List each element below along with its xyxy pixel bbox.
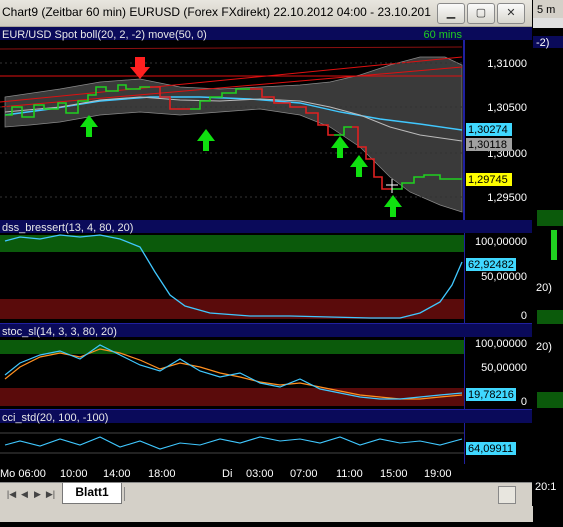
bg-label: 20:1 [535,481,556,493]
background-chart-window: 5 m -2) 20) 20) 20:1 [533,0,563,522]
move-value: 1,30274 [468,124,508,136]
bg-label: 20) [536,341,552,353]
stoc-y-tick: 50,00000 [481,362,527,374]
time-tick: 19:00 [424,468,452,480]
next-sheet-button[interactable]: ▶ [32,488,43,501]
chart-window: Chart9 (Zeitbar 60 min) EURUSD (Forex FX… [0,0,532,507]
sheet-scroll-button[interactable] [498,486,516,504]
stoc-value: 19,78216 [468,389,514,401]
dss-y-tick: 0 [521,310,527,322]
time-tick: 07:00 [290,468,318,480]
stoc-y-tick: 0 [521,396,527,408]
cci-panel-title: cci_std(20, 100, -100) [2,412,108,424]
time-tick: 10:00 [60,468,88,480]
tab-splitter[interactable] [124,487,127,501]
stoc-panel-title: stoc_sl(14, 3, 3, 80, 20) [2,326,117,338]
price-y-tick: 1,31000 [487,58,527,70]
status-strip [0,506,533,522]
time-tick: 18:00 [148,468,176,480]
sheet-tab-bar: |◀ ◀ ▶ ▶| Blatt1 [0,482,532,507]
last-sheet-button[interactable]: ▶| [45,488,56,501]
title-bar[interactable]: Chart9 (Zeitbar 60 min) EURUSD (Forex FX… [0,0,532,27]
bg-label: 20) [536,282,552,294]
stoc-y-tick: 100,00000 [475,338,527,350]
dss-y-tick: 50,00000 [481,271,527,283]
dss-oversold-zone [0,299,464,319]
time-tick: 15:00 [380,468,408,480]
price-panel-title: EUR/USD Spot boll(20, 2, -2) move(50, 0) [2,29,207,41]
first-sheet-button[interactable]: |◀ [6,488,17,501]
sheet-tab-blatt1[interactable]: Blatt1 [62,483,122,504]
time-tick: 14:00 [103,468,131,480]
boll-value: 1,30118 [468,139,507,151]
last-price-value: 1,29745 [468,174,508,186]
interval-label: 60 mins [423,29,462,41]
minimize-button[interactable]: ▁ [437,3,465,24]
cci-panel: cci_std(20, 100, -100) 64,09911 [0,410,532,464]
dss-value: 62,92482 [468,259,514,271]
chart-area[interactable]: 1,31000 1,30500 1,30000 1,29500 1,30274 … [0,27,532,464]
close-button[interactable]: ✕ [497,3,525,24]
cci-value: 64,09911 [468,443,513,455]
bg-label: -2) [536,37,549,49]
dss-panel: dss_bressert(13, 4, 80, 20) 100,00000 50… [0,220,532,325]
price-y-tick: 1,29500 [487,192,527,204]
stoc-overbought-zone [0,340,464,354]
stoc-panel: stoc_sl(14, 3, 3, 80, 20) 100,00000 50,0… [0,324,532,411]
stoc-oversold-zone [0,388,464,406]
time-tick: Di [222,468,232,480]
time-tick: 11:00 [336,468,363,480]
prev-sheet-button[interactable]: ◀ [19,488,30,501]
dss-panel-title: dss_bressert(13, 4, 80, 20) [2,222,133,234]
maximize-button[interactable]: ▢ [467,3,495,24]
window-title: Chart9 (Zeitbar 60 min) EURUSD (Forex FX… [2,5,431,19]
dss-overbought-zone [0,235,464,252]
time-tick: Mo 06:00 [0,468,46,480]
time-tick: 03:00 [246,468,274,480]
bg-window-title: 5 m [537,4,555,16]
time-axis: Mo 06:00 10:00 14:00 18:00 Di 03:00 07:0… [0,464,532,482]
price-y-tick: 1,30500 [487,102,527,114]
dss-y-tick: 100,00000 [475,236,527,248]
